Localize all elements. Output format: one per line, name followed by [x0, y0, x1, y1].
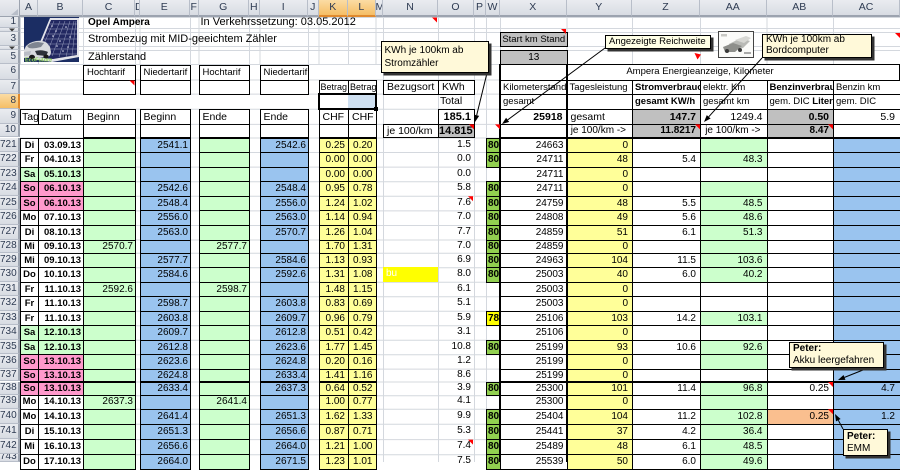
svg-text:EcoFuture: EcoFuture [25, 58, 52, 64]
